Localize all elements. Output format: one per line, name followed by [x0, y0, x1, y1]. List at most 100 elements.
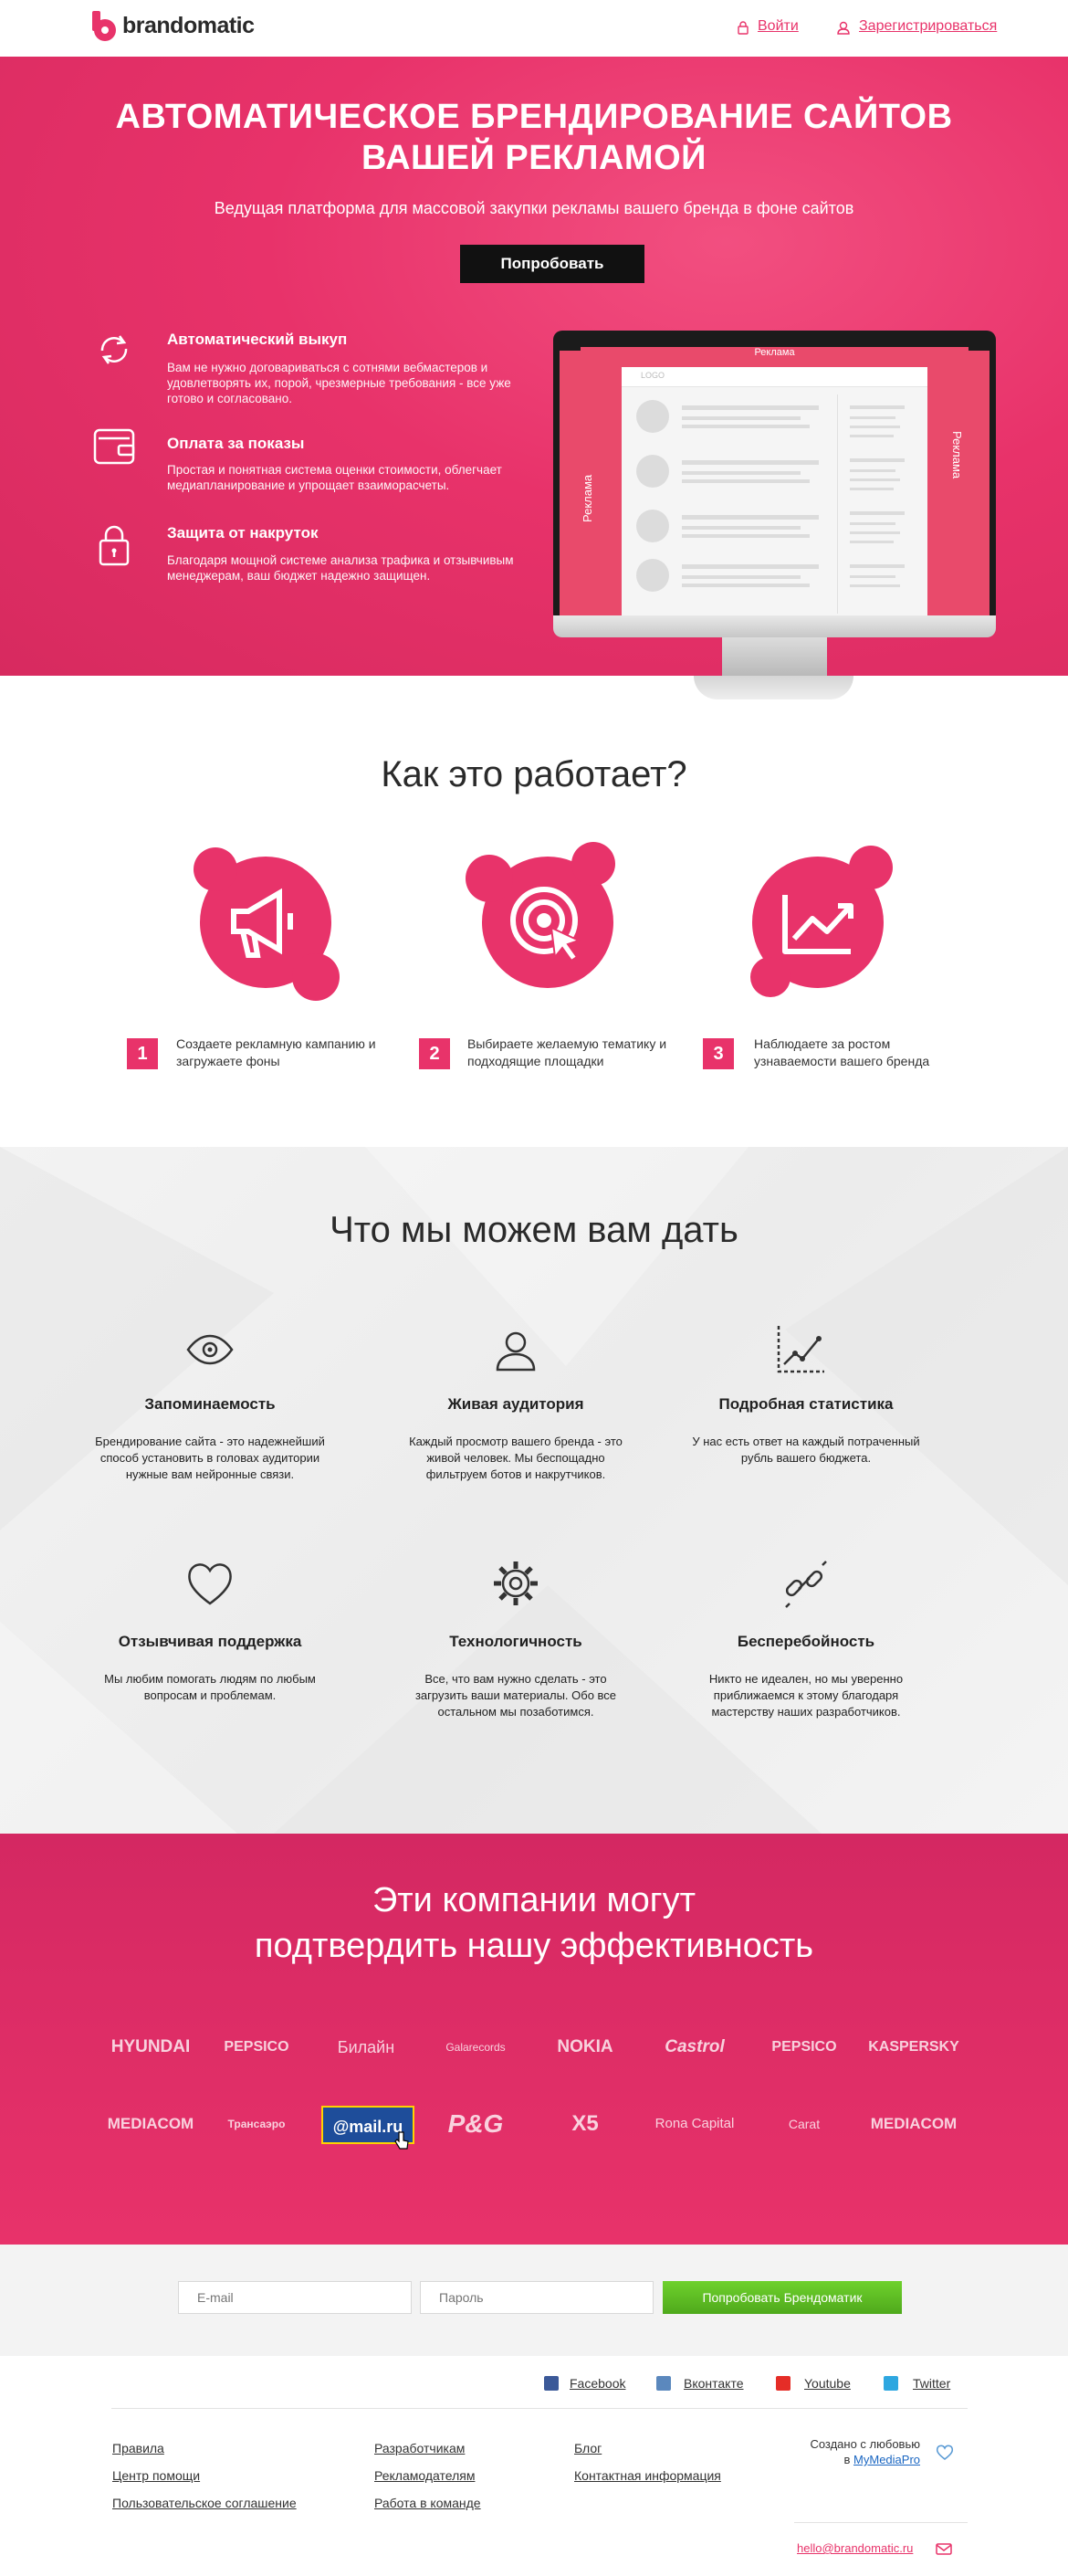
- partner-logo: Carat: [788, 2117, 821, 2131]
- twitter-icon: [884, 2376, 898, 2391]
- footer-link[interactable]: Контактная информация: [574, 2468, 721, 2483]
- partner-logo: Castrol: [665, 2037, 725, 2056]
- social-twitter-link[interactable]: Twitter: [913, 2376, 950, 2391]
- benefits-section: Что мы можем вам дать Запоминаемость Бре…: [0, 1147, 1068, 1834]
- how-title: Как это работает?: [381, 754, 687, 794]
- step-number: 1: [127, 1038, 158, 1069]
- lock-icon: [99, 525, 130, 566]
- benefit-text: Мы любим помогать людям по любым вопроса…: [104, 1672, 316, 1702]
- vk-icon: [656, 2376, 671, 2391]
- benefit-title: Живая аудитория: [447, 1395, 584, 1413]
- mail-icon: [936, 2543, 952, 2555]
- monitor-illustration: Реклама LOGO Реклама Реклама: [553, 331, 996, 676]
- benefit-title: Подробная статистика: [718, 1395, 894, 1413]
- monitor-left-label: Реклама: [581, 474, 594, 522]
- partner-logo: Билайн: [337, 2038, 395, 2056]
- made-by-prefix: в: [843, 2453, 851, 2466]
- partner-logo: MEDIACOM: [107, 2115, 194, 2132]
- feature-text: Благодаря мощной системе анализа трафика…: [167, 553, 514, 583]
- benefit-title: Запоминаемость: [144, 1395, 276, 1413]
- brand-logo-icon[interactable]: [92, 11, 116, 42]
- made-by-text: Создано с любовью: [810, 2437, 920, 2451]
- gear-icon: [494, 1561, 538, 1605]
- heart-icon: [188, 1563, 232, 1605]
- step-number: 3: [703, 1038, 734, 1069]
- made-by-line: в MyMediaPro: [803, 2453, 921, 2466]
- partners-title: Эти компании могут подтвердить нашу эффек…: [254, 1881, 814, 1965]
- site-footer: Facebook Вконтакте Youtube Twitter Прави…: [0, 2356, 1068, 2576]
- benefit-title: Технологичность: [449, 1633, 582, 1650]
- email-field[interactable]: [178, 2281, 412, 2314]
- partner-logo: Трансаэро: [227, 2118, 286, 2130]
- site-header: brandomatic Войти Зарегистрироваться: [0, 0, 1068, 57]
- footer-link[interactable]: Работа в команде: [374, 2496, 481, 2510]
- youtube-icon: [776, 2376, 791, 2391]
- eye-icon: [186, 1334, 234, 1365]
- partner-logo: HYUNDAI: [110, 2037, 191, 2056]
- user-icon: [496, 1331, 536, 1372]
- try-button[interactable]: Попробовать: [460, 245, 644, 283]
- social-facebook-link[interactable]: Facebook: [570, 2376, 625, 2391]
- footer-link[interactable]: Центр помощи: [112, 2468, 200, 2483]
- benefit-text: Брендирование сайта - это надежнейший сп…: [95, 1435, 325, 1481]
- signup-submit-button[interactable]: Попробовать Брендоматик: [663, 2281, 902, 2314]
- step-text: Наблюдаете за ростом узнаваемости вашего…: [754, 1036, 930, 1068]
- social-youtube-link[interactable]: Youtube: [804, 2376, 851, 2391]
- chain-icon: [785, 1561, 827, 1608]
- monitor-top-label: Реклама: [581, 347, 969, 358]
- partner-logo: X5: [571, 2111, 599, 2136]
- feature-title: Автоматический выкуп: [167, 331, 348, 348]
- mymediapro-link[interactable]: MyMediaPro: [853, 2453, 920, 2466]
- benefit-text: У нас есть ответ на каждый потраченный р…: [692, 1435, 920, 1465]
- partner-logo: PEPSICO: [224, 2039, 289, 2055]
- hero-title: АВТОМАТИЧЕСКОЕ БРЕНДИРОВАНИЕ САЙТОВ ВАШЕЙ…: [115, 98, 953, 177]
- step-text: Выбираете желаемую тематику и подходящие…: [467, 1036, 667, 1068]
- footer-link[interactable]: Блог: [574, 2441, 602, 2455]
- feature-text: Вам не нужно договариваться с сотнями ве…: [167, 361, 511, 405]
- benefits-title: Что мы можем вам дать: [330, 1210, 738, 1250]
- password-field[interactable]: [420, 2281, 654, 2314]
- heart-icon: [936, 2445, 954, 2461]
- megaphone-icon: [194, 847, 340, 1001]
- footer-link[interactable]: Пользовательское соглашение: [112, 2496, 297, 2510]
- facebook-icon: [544, 2376, 559, 2391]
- partner-logo: KASPERSKY: [868, 2039, 959, 2055]
- footer-link[interactable]: Рекламодателям: [374, 2468, 475, 2483]
- footer-divider: [111, 2408, 968, 2409]
- target-icon: [466, 842, 615, 988]
- feature-title: Защита от накруток: [167, 524, 319, 541]
- hand-cursor-icon: [394, 2131, 409, 2150]
- hero-subtitle: Ведущая платформа для массовой закупки р…: [214, 199, 854, 217]
- login-link[interactable]: Войти: [758, 18, 799, 35]
- footer-divider: [794, 2522, 968, 2523]
- monitor-right-label: Реклама: [950, 431, 964, 479]
- benefit-text: Никто не идеален, но мы уверенно приближ…: [708, 1672, 904, 1719]
- refresh-icon: [100, 335, 128, 364]
- partner-logo: P&G: [447, 2109, 504, 2138]
- register-link[interactable]: Зарегистрироваться: [859, 18, 997, 35]
- wallet-icon: [93, 428, 135, 465]
- step-number: 2: [419, 1038, 450, 1069]
- lock-icon: [738, 21, 749, 35]
- signup-bar: Попробовать Брендоматик: [0, 2245, 1068, 2356]
- benefit-title: Бесперебойность: [737, 1633, 875, 1650]
- monitor-logo: LOGO: [641, 371, 665, 380]
- partner-logo: Galarecords: [445, 2041, 506, 2054]
- social-vk-link[interactable]: Вконтакте: [684, 2376, 744, 2391]
- footer-link[interactable]: Разработчикам: [374, 2441, 465, 2455]
- stats-icon: [777, 1326, 824, 1373]
- partner-logo: Rona Capital: [654, 2116, 735, 2131]
- user-icon: [837, 21, 850, 35]
- chart-up-icon: [750, 846, 893, 997]
- monitor-stand: [694, 676, 853, 699]
- partner-logo: MEDIACOM: [870, 2115, 958, 2132]
- partner-logo: PEPSICO: [771, 2039, 837, 2055]
- benefit-title: Отзывчивая поддержка: [118, 1633, 302, 1650]
- step-text: Создаете рекламную кампанию и загружаете…: [176, 1036, 376, 1068]
- partners-section: Эти компании могут подтвердить нашу эффек…: [0, 1834, 1068, 2245]
- benefit-text: Каждый просмотр вашего бренда - это живо…: [409, 1435, 623, 1481]
- contact-email-link[interactable]: hello@brandomatic.ru: [797, 2541, 913, 2555]
- hero-section: АВТОМАТИЧЕСКОЕ БРЕНДИРОВАНИЕ САЙТОВ ВАШЕЙ…: [0, 57, 1068, 676]
- brand-name[interactable]: brandomatic: [122, 13, 255, 39]
- footer-link[interactable]: Правила: [112, 2441, 164, 2455]
